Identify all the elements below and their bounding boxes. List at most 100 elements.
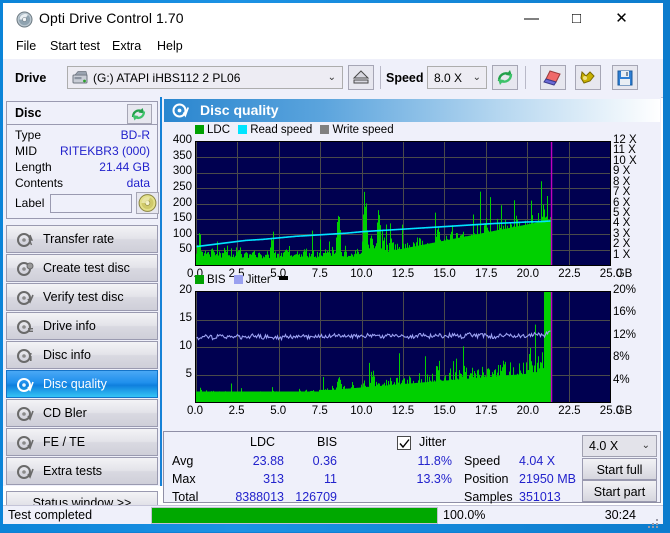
test-speed-select[interactable]: 4.0 X ⌄ — [582, 435, 657, 457]
bis-ytick-5: 5 — [185, 368, 192, 380]
sidebar-item-disc-quality[interactable]: Disc quality — [6, 370, 158, 398]
ldc-ytick-100: 100 — [172, 227, 192, 240]
disc-row-contents: Contents data — [7, 176, 157, 192]
disc-panel-title: Disc — [15, 106, 42, 120]
menu-item-help[interactable]: Help — [154, 38, 186, 59]
disc-key-mid: MID — [15, 144, 37, 158]
stats-value-position: 21950 MB — [519, 472, 576, 486]
progress-bar — [151, 507, 438, 524]
sidebar-item-drive-info[interactable]: Drive info — [6, 312, 158, 340]
maximize-icon: □ — [571, 9, 582, 27]
main-panel-header: Disc quality — [164, 99, 660, 122]
status-message: Test completed — [8, 508, 93, 522]
bis-xtick-5.0: 5.0 — [270, 405, 287, 417]
sidebar-item-create-test-disc[interactable]: Create test disc — [6, 254, 158, 282]
disc-row-length: Length 21.44 GB — [7, 160, 157, 176]
refresh-icon — [131, 108, 146, 121]
stats-header-bis: BIS — [317, 435, 338, 449]
legend-swatch-write-speed — [320, 125, 330, 134]
stats-total-ldc: 8388013 — [235, 490, 284, 504]
sidebar-item-fe-te[interactable]: FE / TE — [6, 428, 158, 456]
stats-avg-bis: 0.36 — [312, 454, 337, 468]
drive-label: Drive — [15, 71, 47, 85]
sidebar-label-extra-tests: Extra tests — [43, 464, 103, 478]
start-full-label: Start full — [596, 463, 643, 477]
disc-detail-icon — [17, 348, 34, 364]
ldc-ytick-150: 150 — [172, 212, 192, 225]
bis-xtick-15.0: 15.0 — [433, 405, 456, 417]
bis-xaxis-unit: GB — [615, 405, 633, 417]
stats-value-speed: 4.04 X — [519, 454, 556, 468]
eject-icon — [352, 70, 370, 84]
progress-percent: 100.0% — [443, 508, 486, 522]
maximize-button[interactable]: □ — [554, 3, 599, 33]
disc-refresh-button[interactable] — [127, 104, 152, 124]
bis-xtick-20.0: 20.0 — [516, 405, 539, 417]
bis-xtick-22.5: 22.5 — [558, 405, 581, 417]
refresh-icon — [497, 70, 513, 85]
drive-select[interactable]: (G:) ATAPI iHBS112 2 PL06 ⌄ — [67, 66, 343, 89]
minimize-button[interactable]: — — [509, 3, 554, 33]
bis-plot-area[interactable] — [195, 291, 611, 403]
disc-quality-icon — [17, 377, 34, 393]
stats-label-samples: Samples — [464, 490, 513, 504]
stats-max-jitter: 13.3% — [416, 472, 452, 486]
stats-row-label-avg: Avg — [172, 454, 194, 468]
main-panel-title: Disc quality — [200, 102, 279, 118]
disc-quality-icon — [172, 102, 189, 119]
disc-value-length: 21.44 GB — [99, 160, 150, 174]
close-button[interactable]: ✕ — [599, 3, 644, 33]
disc-test-icon — [17, 232, 34, 248]
stats-header-jitter: Jitter — [419, 435, 447, 449]
bis-xtick-2.5: 2.5 — [228, 405, 245, 417]
jitter-ytick-8: 8% — [613, 351, 630, 364]
stats-avg-ldc: 23.88 — [252, 454, 284, 468]
status-bar: Test completed 100.0% 30:24 — [3, 505, 663, 528]
jitter-checkbox[interactable] — [397, 436, 411, 450]
legend-label-read-speed: Read speed — [250, 124, 313, 136]
sidebar-item-cd-bler[interactable]: CD Bler — [6, 399, 158, 427]
start-part-button[interactable]: Start part — [582, 480, 657, 502]
cd-button[interactable] — [136, 192, 159, 214]
elapsed-time: 30:24 — [604, 508, 636, 522]
menu-item-extra[interactable]: Extra — [109, 38, 144, 59]
app-window: Opti Drive Control 1.70 — □ ✕ File Start… — [0, 0, 670, 532]
eject-button[interactable] — [348, 65, 374, 90]
toolbar-separator-2 — [525, 66, 526, 89]
ldc-ytick-300: 300 — [172, 165, 192, 178]
sidebar-item-disc-info[interactable]: Disc info — [6, 341, 158, 369]
disc-panel-header: Disc — [7, 102, 157, 125]
bis-xtick-7.5: 7.5 — [311, 405, 328, 417]
ldc-ytick-50: 50 — [179, 243, 192, 256]
bis-xtick-12.5: 12.5 — [391, 405, 415, 417]
erase-button[interactable] — [540, 65, 566, 90]
legend-label-bis: BIS — [207, 274, 226, 286]
toolbar-separator — [380, 66, 381, 89]
ldc-chart-legend: LDC Read speed Write speed — [195, 124, 394, 136]
disc-row-mid: MID RITEKBR3 (000) — [7, 144, 157, 160]
disc-verify-icon — [17, 290, 34, 306]
bis-xtick-0.0: 0.0 — [187, 405, 203, 417]
resize-grip[interactable] — [648, 515, 659, 533]
start-full-button[interactable]: Start full — [582, 458, 657, 480]
sidebar-item-verify-test-disc[interactable]: Verify test disc — [6, 283, 158, 311]
menu-bar: File Start test Extra Help — [3, 35, 663, 59]
save-button[interactable] — [612, 65, 638, 90]
speed-select[interactable]: 8.0 X ⌄ — [427, 66, 487, 89]
tools-button[interactable] — [575, 65, 601, 90]
ldc-plot-area[interactable] — [195, 141, 611, 266]
sidebar-item-transfer-rate[interactable]: Transfer rate — [6, 225, 158, 253]
menu-item-file[interactable]: File — [13, 38, 39, 59]
jitter-ytick-20: 20% — [613, 284, 637, 296]
disc-label-caption: Label — [15, 196, 45, 210]
bis-chart-legend: BIS Jitter — [195, 274, 291, 286]
refresh-button[interactable] — [492, 65, 518, 90]
menu-item-start-test[interactable]: Start test — [47, 38, 103, 59]
disc-value-type: BD-R — [120, 128, 150, 142]
ldc-ytick-250: 250 — [172, 180, 192, 193]
disc-label-input[interactable] — [50, 194, 132, 213]
ldc-chart: LDC Read speed Write speed 400 350 300 250 2… — [162, 123, 661, 280]
speed-value: 8.0 X — [434, 71, 463, 85]
sidebar-item-extra-tests[interactable]: Extra tests — [6, 457, 158, 485]
speed-ytick-1: 1 X — [613, 248, 631, 261]
